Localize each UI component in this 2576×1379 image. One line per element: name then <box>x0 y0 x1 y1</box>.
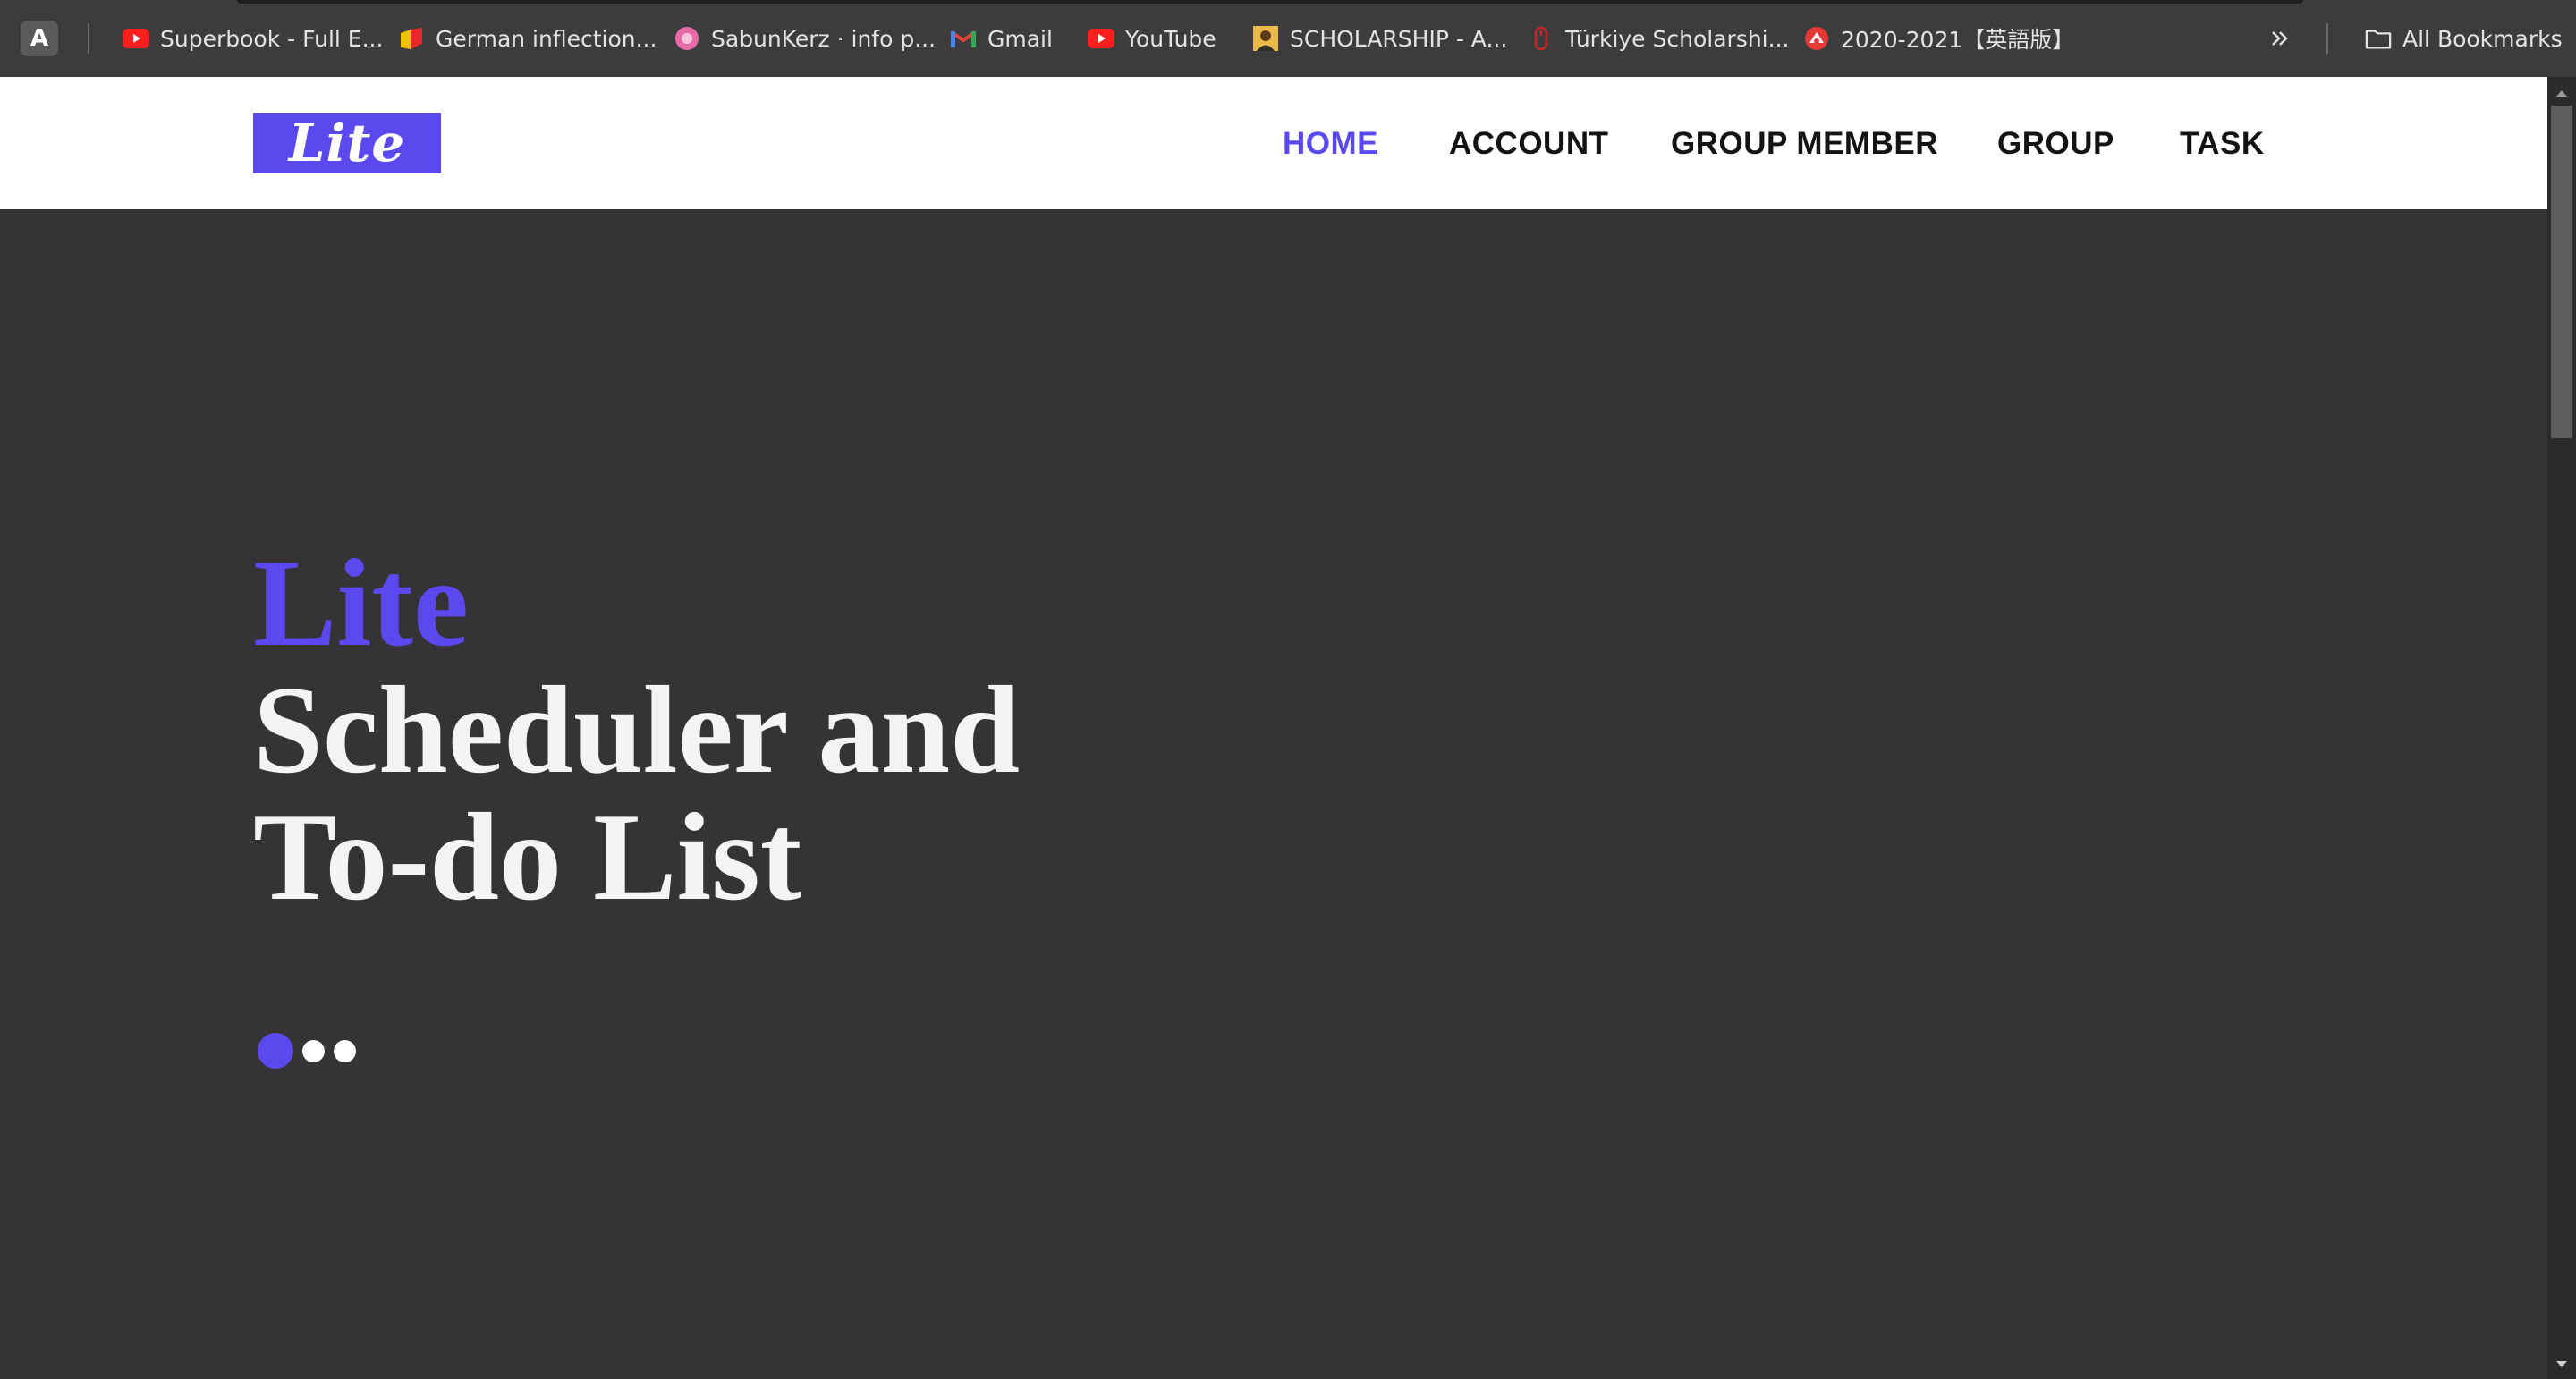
bookmark-youtube[interactable]: YouTube <box>1088 20 1216 57</box>
folder-icon <box>2365 25 2392 52</box>
bookmark-label: SCHOLARSHIP - A... <box>1290 25 1508 52</box>
site-navbar: Lite HOME ACCOUNT GROUP MEMBER GROUP TAS… <box>0 77 2547 209</box>
bookmark-label: German inflection... <box>436 25 657 52</box>
window-top-edge <box>237 0 2303 4</box>
youtube-icon <box>123 25 149 52</box>
hero-section: Lite Scheduler and To-do List <box>0 209 2547 1379</box>
nav-account[interactable]: ACCOUNT <box>1449 125 1608 163</box>
nav-home[interactable]: HOME <box>1283 125 1378 163</box>
profile-button[interactable]: A <box>21 21 58 56</box>
red-logo-icon <box>1803 25 1830 52</box>
site-logo[interactable]: Lite <box>253 113 441 173</box>
all-bookmarks-label: All Bookmarks <box>2402 25 2563 52</box>
bookmark-2020-2021[interactable]: 2020-2021【英語版】 <box>1803 20 2074 57</box>
bookmarks-bar: A Superbook - Full E... German inflectio… <box>0 0 2576 77</box>
hero-title-accent: Lite <box>253 534 470 673</box>
pink-circle-icon <box>674 25 700 52</box>
bookmark-german-inflection[interactable]: German inflection... <box>398 20 657 57</box>
bookmark-label: Superbook - Full E... <box>160 25 384 52</box>
flag-icon <box>398 25 425 52</box>
gmail-icon <box>950 25 977 52</box>
hero-title-line-2: To-do List <box>253 788 802 926</box>
bookmark-label: SabunKerz · info p... <box>711 25 936 52</box>
bookmark-scholarship[interactable]: SCHOLARSHIP - A... <box>1252 20 1507 57</box>
portrait-icon <box>1252 25 1279 52</box>
separator <box>88 23 89 54</box>
all-bookmarks-button[interactable]: All Bookmarks <box>2365 20 2563 57</box>
slider-pagination <box>258 1032 365 1070</box>
slider-dot-2[interactable] <box>302 1039 325 1062</box>
scroll-down-arrow-icon[interactable] <box>2547 1356 2576 1374</box>
bookmark-gmail[interactable]: Gmail <box>950 20 1053 57</box>
youtube-icon <box>1088 25 1114 52</box>
bookmark-label: YouTube <box>1125 25 1216 52</box>
page-scrollbar[interactable] <box>2547 77 2576 1379</box>
hero-title: Lite Scheduler and To-do List <box>253 540 1020 921</box>
nav-task[interactable]: TASK <box>2180 125 2265 163</box>
bookmark-label: 2020-2021【英語版】 <box>1841 27 2075 53</box>
bookmark-turkiye-scholarships[interactable]: Türkiye Scholarshi... <box>1528 20 1789 57</box>
bookmark-superbook[interactable]: Superbook - Full E... <box>123 20 383 57</box>
hero-title-line-1: Scheduler and <box>253 661 1021 799</box>
chevron-double-right-icon[interactable] <box>2265 21 2295 55</box>
scroll-up-arrow-icon[interactable] <box>2547 84 2576 102</box>
nav-group-member[interactable]: GROUP MEMBER <box>1671 125 1938 163</box>
bookmark-label: Türkiye Scholarshi... <box>1565 25 1790 52</box>
bookmark-label: Gmail <box>987 25 1053 52</box>
scrollbar-thumb[interactable] <box>2551 106 2572 438</box>
separator <box>2326 23 2328 54</box>
slider-dot-1[interactable] <box>258 1033 293 1069</box>
slider-dot-3[interactable] <box>334 1039 356 1062</box>
bookmark-sabunkerz[interactable]: SabunKerz · info p... <box>674 20 936 57</box>
mouse-icon <box>1528 25 1555 52</box>
nav-group[interactable]: GROUP <box>1997 125 2114 163</box>
